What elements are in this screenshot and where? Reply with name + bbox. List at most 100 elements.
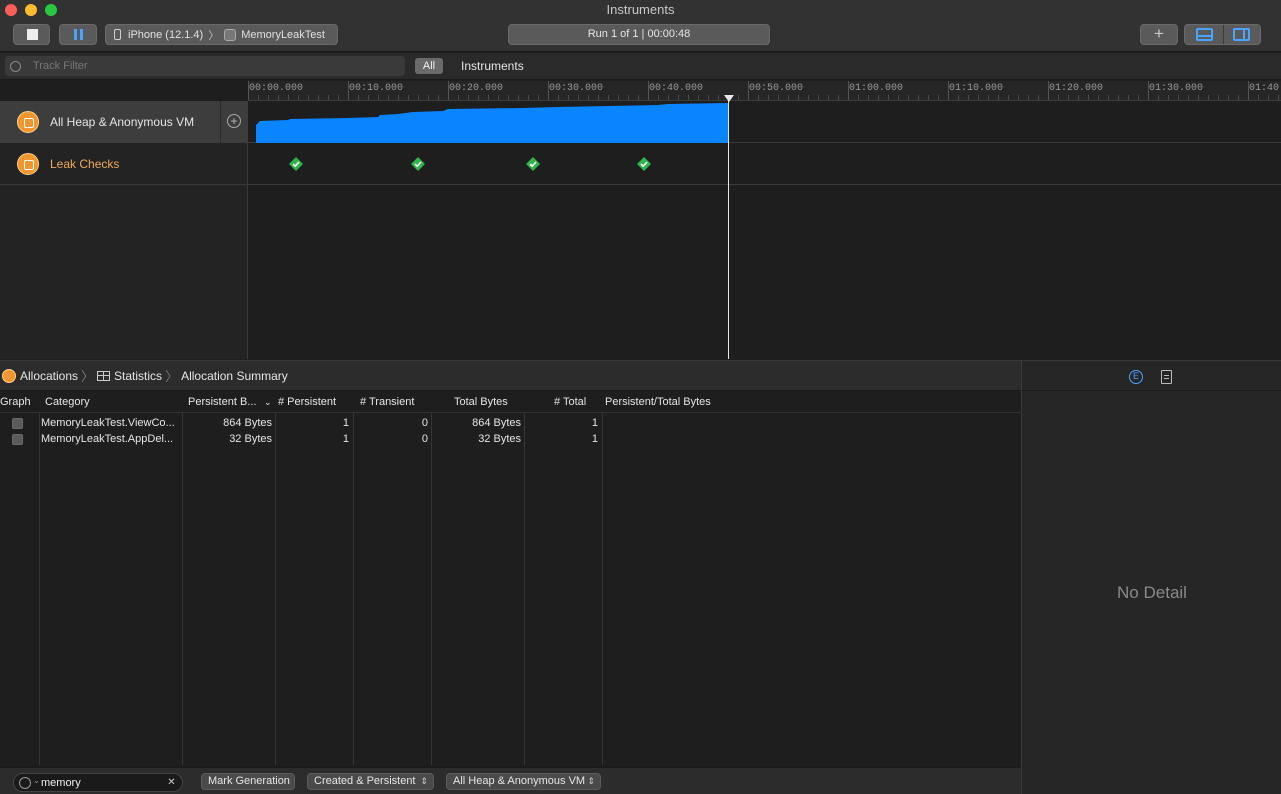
- playhead-handle[interactable]: [724, 95, 734, 102]
- cell-transient: 0: [421, 417, 428, 429]
- column-divider: [602, 413, 603, 765]
- filter-icon[interactable]: [19, 777, 31, 789]
- timeline-ruler[interactable]: 00:00.000 00:10.000 00:20.000 00:30.000 00:4…: [248, 81, 1281, 101]
- allocations-graph[interactable]: [248, 101, 1281, 143]
- graph-checkbox[interactable]: [12, 434, 23, 445]
- cell-total-bytes: 864 Bytes: [472, 417, 521, 429]
- up-down-arrows-icon: ⇕: [420, 776, 428, 786]
- chevron-right-icon: 〉: [208, 29, 220, 42]
- col-persistent-bytes[interactable]: Persistent B...: [188, 396, 256, 408]
- instruments-window: Instruments iPhone (12.1.4) 〉 MemoryLeak…: [0, 0, 1281, 794]
- graph-checkbox[interactable]: [12, 418, 23, 429]
- lifespan-select[interactable]: Created & Persistent ⇕: [307, 773, 434, 790]
- playhead[interactable]: [728, 95, 729, 359]
- target-selector[interactable]: iPhone (12.1.4) 〉 MemoryLeakTest: [105, 24, 338, 45]
- window-title: Instruments: [606, 2, 675, 17]
- ruler-minor-tick: [1238, 95, 1239, 100]
- breadcrumb-instrument[interactable]: Allocations: [20, 369, 78, 383]
- chevron-down-icon: ⌄: [33, 776, 40, 785]
- track-header[interactable]: Leak Checks: [0, 143, 248, 185]
- column-divider: [275, 413, 276, 765]
- divider: [1223, 25, 1224, 44]
- run-status[interactable]: Run 1 of 1 | 00:00:48: [508, 24, 770, 45]
- ruler-minor-tick: [998, 95, 999, 100]
- ruler-minor-tick: [1138, 95, 1139, 100]
- ruler-minor-tick: [768, 95, 769, 100]
- ruler-minor-tick: [788, 95, 789, 100]
- col-graph[interactable]: Graph: [0, 396, 31, 408]
- track-header[interactable]: All Heap & Anonymous VM +: [0, 101, 248, 143]
- column-divider: [524, 413, 525, 765]
- ruler-minor-tick: [838, 95, 839, 100]
- ruler-minor-tick: [698, 95, 699, 100]
- track-allocations[interactable]: All Heap & Anonymous VM +: [0, 101, 1281, 143]
- filter-instruments-button[interactable]: Instruments: [461, 59, 524, 73]
- track-filter-field: [5, 56, 405, 76]
- ruler-minor-tick: [468, 95, 469, 100]
- ruler-minor-tick: [1198, 95, 1199, 100]
- view-toggle-group: [1184, 24, 1261, 45]
- ruler-minor-tick: [988, 95, 989, 100]
- col-persistent-total-bytes[interactable]: Persistent/Total Bytes: [605, 396, 711, 408]
- phone-icon: [114, 29, 121, 40]
- table-row[interactable]: MemoryLeakTest.ViewCo... 864 Bytes 1 0 8…: [0, 416, 1021, 432]
- col-persistent[interactable]: # Persistent: [278, 396, 336, 408]
- leak-check-passed-icon[interactable]: [289, 157, 303, 171]
- add-instrument-button[interactable]: +: [1140, 24, 1178, 45]
- sort-descending-icon[interactable]: ⌄: [264, 397, 272, 408]
- ruler-tick-label: 01:40.0: [1249, 83, 1281, 94]
- chevron-right-icon: 〉: [165, 369, 179, 384]
- breadcrumb-view[interactable]: Statistics: [114, 369, 162, 383]
- filter-icon: [10, 61, 21, 72]
- mark-generation-button[interactable]: Mark Generation: [201, 773, 295, 790]
- track-filter-input[interactable]: [33, 58, 393, 74]
- col-total-bytes[interactable]: Total Bytes: [454, 396, 508, 408]
- stop-recording-button[interactable]: [13, 24, 50, 45]
- detail-search-input[interactable]: [41, 775, 166, 790]
- ruler-minor-tick: [938, 95, 939, 100]
- ruler-tick-label: 01:10.000: [949, 83, 1004, 94]
- toggle-detail-area-icon[interactable]: [1196, 28, 1213, 41]
- track-leak-checks[interactable]: Leak Checks: [0, 143, 1281, 185]
- ruler-tick-label: 00:30.000: [549, 83, 604, 94]
- ruler-minor-tick: [1008, 95, 1009, 100]
- ruler-minor-tick: [818, 95, 819, 100]
- ruler-minor-tick: [278, 95, 279, 100]
- ruler-minor-tick: [978, 95, 979, 100]
- breadcrumb-detail[interactable]: Allocation Summary: [181, 369, 288, 383]
- col-category[interactable]: Category: [45, 396, 90, 408]
- filter-all-button[interactable]: All: [415, 58, 443, 74]
- leak-check-passed-icon[interactable]: [411, 157, 425, 171]
- ruler-minor-tick: [608, 95, 609, 100]
- ruler-minor-tick: [1018, 95, 1019, 100]
- ruler-minor-tick: [888, 95, 889, 100]
- ruler-minor-tick: [1108, 95, 1109, 100]
- table-row[interactable]: MemoryLeakTest.AppDel... 32 Bytes 1 0 32…: [0, 432, 1021, 448]
- ruler-minor-tick: [308, 95, 309, 100]
- pause-recording-button[interactable]: [59, 24, 97, 45]
- ruler-minor-tick: [1218, 95, 1219, 100]
- ruler-minor-tick: [868, 95, 869, 100]
- ruler-minor-tick: [1088, 95, 1089, 100]
- ruler-minor-tick: [508, 95, 509, 100]
- col-transient[interactable]: # Transient: [360, 396, 414, 408]
- leak-check-passed-icon[interactable]: [526, 157, 540, 171]
- add-track-filter-icon[interactable]: +: [227, 114, 241, 128]
- ruler-minor-tick: [478, 95, 479, 100]
- ruler-minor-tick: [398, 95, 399, 100]
- column-divider: [182, 413, 183, 765]
- clear-search-icon[interactable]: ✕: [166, 777, 177, 788]
- ruler-minor-tick: [568, 95, 569, 100]
- allocation-type-select[interactable]: All Heap & Anonymous VM ⇕: [446, 773, 601, 790]
- col-total[interactable]: # Total: [554, 396, 586, 408]
- ruler-minor-tick: [758, 95, 759, 100]
- ruler-minor-tick: [898, 95, 899, 100]
- extended-detail-icon[interactable]: E: [1129, 370, 1143, 384]
- ruler-minor-tick: [908, 95, 909, 100]
- ruler-minor-tick: [668, 95, 669, 100]
- document-icon[interactable]: [1161, 370, 1172, 384]
- ruler-minor-tick: [428, 95, 429, 100]
- leak-check-passed-icon[interactable]: [637, 157, 651, 171]
- ruler-tick-label: 00:10.000: [349, 83, 404, 94]
- toggle-inspector-icon[interactable]: [1233, 28, 1250, 41]
